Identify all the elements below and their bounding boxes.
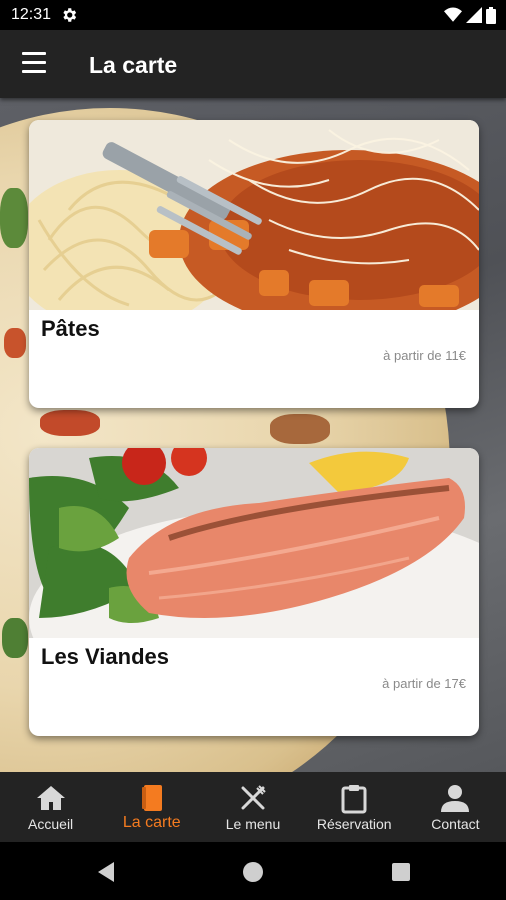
book-icon [141, 785, 162, 811]
nav-item-accueil[interactable]: Accueil [0, 772, 101, 842]
background-topping [270, 414, 330, 444]
hamburger-menu-icon[interactable] [22, 52, 48, 74]
nav-item-le-menu[interactable]: Le menu [202, 772, 303, 842]
back-icon[interactable] [94, 860, 118, 884]
salmon-image [29, 448, 479, 638]
status-bar: 12:31 [0, 0, 506, 30]
category-card-pates[interactable]: Pâtes à partir de 11€ [29, 120, 479, 408]
nav-label: Contact [431, 816, 480, 832]
nav-item-reservation[interactable]: Réservation [304, 772, 405, 842]
nav-item-contact[interactable]: Contact [405, 772, 506, 842]
home-circle-icon[interactable] [241, 860, 265, 884]
background-topping [2, 618, 28, 658]
person-icon [441, 785, 470, 812]
card-title: Les Viandes [41, 644, 169, 669]
home-icon [36, 786, 65, 810]
page-title: La carte [89, 52, 178, 78]
nav-label: Accueil [28, 816, 74, 832]
bottom-navigation: Accueil La carte Le menu Réservation Con… [0, 772, 506, 842]
wifi-icon [444, 7, 462, 22]
status-icons [444, 6, 496, 24]
signal-icon [466, 7, 482, 23]
card-title: Pâtes [41, 316, 100, 341]
pasta-image [29, 120, 479, 310]
nav-label: La carte [122, 814, 181, 831]
app-bar: La carte [0, 30, 506, 98]
system-navigation-bar [0, 842, 506, 900]
fork-knife-icon [241, 785, 266, 810]
background-topping [0, 188, 28, 248]
recents-square-icon[interactable] [389, 860, 413, 884]
clipboard-icon [341, 785, 367, 814]
background-topping [40, 410, 100, 436]
card-price: à partir de 11€ [383, 348, 466, 363]
status-time: 12:31 [11, 6, 52, 23]
card-price: à partir de 17€ [382, 676, 466, 691]
nav-item-la-carte[interactable]: La carte [101, 772, 202, 842]
background-topping [4, 328, 26, 358]
category-card-viandes[interactable]: Les Viandes à partir de 17€ [29, 448, 479, 736]
battery-icon [486, 6, 496, 24]
content-area[interactable]: Pâtes à partir de 11€ Les Viandes à part… [0, 98, 506, 772]
settings-gear-icon [63, 8, 77, 22]
nav-label: Réservation [316, 816, 392, 832]
nav-label: Le menu [225, 816, 281, 832]
